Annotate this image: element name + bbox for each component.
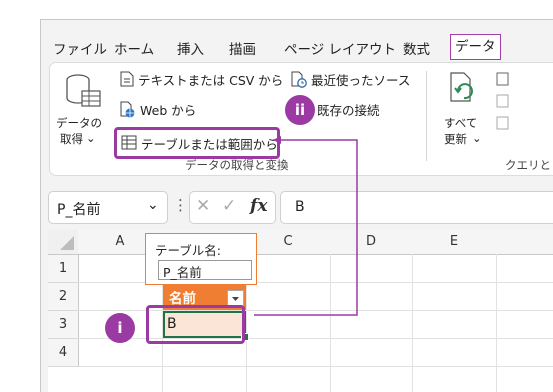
annotation-connector <box>254 136 358 316</box>
step-badge-ii: ii <box>285 95 315 125</box>
step-badge-i: i <box>105 313 135 343</box>
